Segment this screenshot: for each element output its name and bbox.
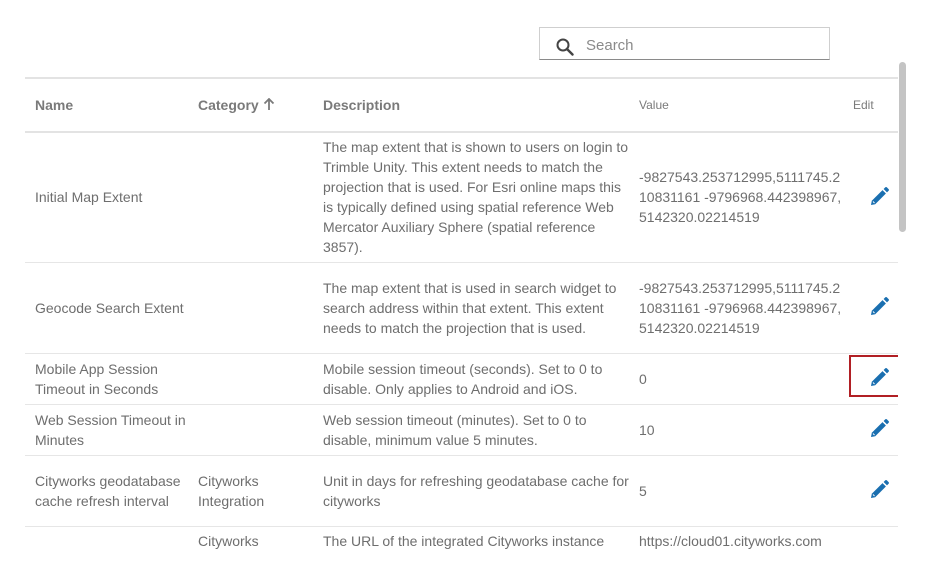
settings-table: Name Category Description Value Edit Ini…: [25, 77, 898, 572]
table-row: Initial Map Extent The map extent that is…: [25, 132, 898, 263]
cell-name: [25, 526, 188, 572]
edit-button[interactable]: [849, 174, 898, 216]
cell-description: Unit in days for refreshing geodatabase …: [313, 455, 629, 527]
cell-value: 10: [629, 404, 843, 456]
cell-category: Cityworks Integration: [188, 455, 313, 527]
edit-button[interactable]: [849, 406, 898, 448]
cell-value: https://cloud01.cityworks.com: [629, 526, 843, 572]
arrow-up-icon: [263, 98, 274, 110]
cell-category: [188, 132, 313, 263]
cell-description: The map extent that is used in search wi…: [313, 262, 629, 354]
cell-category: [188, 353, 313, 405]
cell-value: 0: [629, 353, 843, 405]
table-row: Cityworks The URL of the integrated Cityw…: [25, 526, 898, 572]
scrollbar-thumb[interactable]: [899, 62, 906, 232]
cell-name: Web Session Timeout in Minutes: [25, 404, 188, 456]
cell-value: -9827543.253712995,5111745.210831161 -97…: [629, 262, 843, 354]
search-box[interactable]: [539, 27, 830, 60]
cell-edit: [843, 353, 898, 405]
edit-button[interactable]: [849, 467, 898, 509]
pencil-icon: [871, 297, 889, 315]
cell-value: -9827543.253712995,5111745.210831161 -97…: [629, 132, 843, 263]
search-icon: [556, 38, 574, 56]
cell-description: Web session timeout (minutes). Set to 0 …: [313, 404, 629, 456]
edit-button[interactable]: [849, 355, 898, 397]
cell-edit: [843, 132, 898, 263]
cell-description: The map extent that is shown to users on…: [313, 132, 629, 263]
cell-category: [188, 404, 313, 456]
cell-edit: [843, 526, 898, 572]
table-row: Geocode Search Extent The map extent that…: [25, 262, 898, 354]
pencil-icon: [871, 186, 889, 205]
table-row: Mobile App Session Timeout in Seconds Mob…: [25, 353, 898, 405]
table-header-row: Name Category Description Value Edit: [25, 79, 898, 133]
cell-value: 5: [629, 455, 843, 527]
column-header-category[interactable]: Category: [188, 79, 313, 133]
pencil-icon: [871, 419, 889, 437]
edit-button[interactable]: [849, 284, 898, 326]
cell-category: Cityworks: [188, 526, 313, 572]
cell-name: Geocode Search Extent: [25, 262, 188, 354]
pencil-icon: [871, 480, 889, 498]
column-header-edit: Edit: [843, 79, 898, 133]
table-row: Web Session Timeout in Minutes Web sessio…: [25, 404, 898, 456]
column-header-value[interactable]: Value: [629, 79, 843, 133]
cell-description: The URL of the integrated Cityworks inst…: [313, 526, 629, 572]
column-header-description[interactable]: Description: [313, 79, 629, 133]
cell-name: Initial Map Extent: [25, 132, 188, 263]
cell-category: [188, 262, 313, 354]
pencil-icon: [871, 368, 889, 386]
cell-description: Mobile session timeout (seconds). Set to…: [313, 353, 629, 405]
cell-edit: [843, 455, 898, 527]
search-input[interactable]: [584, 33, 818, 57]
column-header-name[interactable]: Name: [25, 79, 188, 133]
table-row: Cityworks geodatabase cache refresh inte…: [25, 455, 898, 527]
cell-edit: [843, 262, 898, 354]
cell-name: Cityworks geodatabase cache refresh inte…: [25, 455, 188, 527]
cell-name: Mobile App Session Timeout in Seconds: [25, 353, 188, 405]
cell-edit: [843, 404, 898, 456]
